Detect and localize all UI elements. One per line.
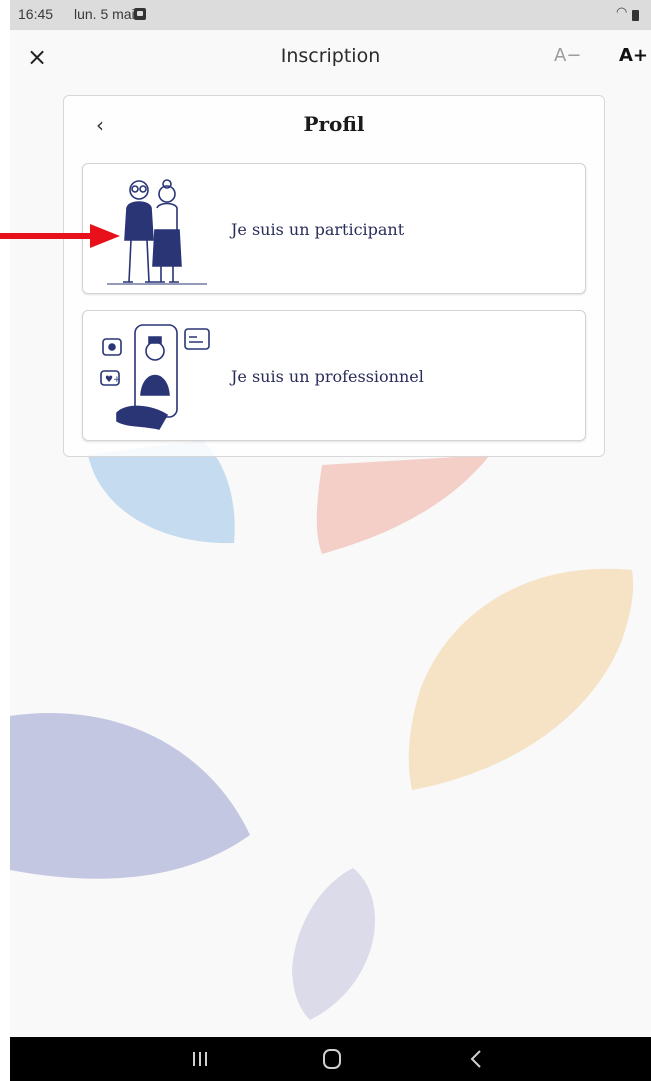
- card-title: Profil: [303, 112, 365, 136]
- petal-lavender: [292, 868, 375, 1020]
- app-bar: × Inscription A− A+: [10, 30, 651, 86]
- home-icon[interactable]: [312, 1045, 352, 1073]
- recent-apps-icon[interactable]: [180, 1045, 220, 1073]
- decrease-font-button[interactable]: A−: [554, 45, 581, 66]
- status-time: 16:45: [18, 6, 54, 22]
- screen: 16:45 lun. 5 mai ◠ × Inscription A− A+ ‹…: [10, 0, 651, 1081]
- battery-icon: [632, 10, 639, 21]
- image-icon: [134, 8, 146, 20]
- petal-pink: [316, 455, 490, 554]
- navigation-bar: [10, 1037, 651, 1081]
- participant-label: Je suis un participant: [231, 220, 405, 239]
- professional-label: Je suis un professionnel: [231, 367, 424, 386]
- red-arrow-annotation: [0, 224, 120, 248]
- petal-orange: [408, 568, 634, 790]
- svg-text:♥+: ♥+: [105, 375, 121, 385]
- status-bar: 16:45 lun. 5 mai ◠: [10, 0, 651, 30]
- back-icon[interactable]: [456, 1045, 496, 1073]
- participant-option[interactable]: Je suis un participant: [82, 163, 586, 294]
- professional-option[interactable]: ♥+ Je suis un professionnel: [82, 310, 586, 441]
- profile-card: ‹ Profil Je suis un participant ♥+ Je su…: [63, 95, 605, 457]
- wifi-icon: ◠: [616, 4, 628, 19]
- petal-indigo: [10, 713, 250, 879]
- status-date: lun. 5 mai: [74, 6, 135, 22]
- health-professional-illustration: ♥+: [100, 324, 210, 430]
- increase-font-button[interactable]: A+: [619, 45, 648, 66]
